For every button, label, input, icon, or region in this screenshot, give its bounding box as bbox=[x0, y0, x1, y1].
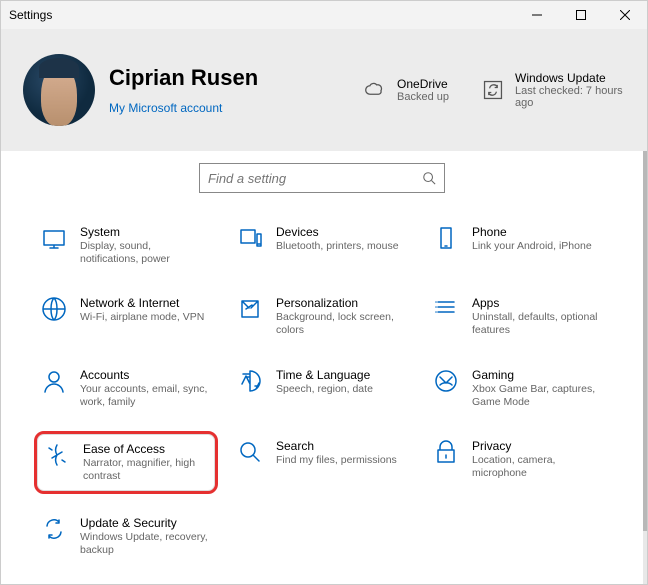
settings-item-devices[interactable]: DevicesBluetooth, printers, mouse bbox=[230, 217, 414, 274]
cloud-icon bbox=[363, 78, 387, 102]
phone-icon bbox=[432, 225, 460, 253]
header: Ciprian Rusen My Microsoft account OneDr… bbox=[1, 29, 647, 151]
settings-item-network[interactable]: Network & InternetWi-Fi, airplane mode, … bbox=[34, 288, 218, 345]
settings-item-apps[interactable]: AppsUninstall, defaults, optional featur… bbox=[426, 288, 610, 345]
close-button[interactable] bbox=[603, 1, 647, 29]
onedrive-status[interactable]: OneDrive Backed up bbox=[363, 77, 449, 103]
item-title: Network & Internet bbox=[80, 296, 204, 310]
system-icon bbox=[40, 225, 68, 253]
item-title: Privacy bbox=[472, 439, 604, 453]
update-title: Windows Update bbox=[515, 71, 625, 85]
settings-item-accounts[interactable]: AccountsYour accounts, email, sync, work… bbox=[34, 360, 218, 417]
settings-item-personalization[interactable]: PersonalizationBackground, lock screen, … bbox=[230, 288, 414, 345]
scrollbar-track[interactable] bbox=[643, 151, 647, 584]
onedrive-title: OneDrive bbox=[397, 77, 449, 91]
item-title: Time & Language bbox=[276, 368, 373, 382]
item-subtitle: Wi-Fi, airplane mode, VPN bbox=[80, 311, 204, 324]
item-title: System bbox=[80, 225, 212, 239]
search-icon bbox=[422, 171, 436, 185]
privacy-icon bbox=[432, 439, 460, 467]
maximize-button[interactable] bbox=[559, 1, 603, 29]
settings-item-privacy[interactable]: PrivacyLocation, camera, microphone bbox=[426, 431, 610, 494]
avatar bbox=[23, 54, 95, 126]
item-title: Devices bbox=[276, 225, 399, 239]
onedrive-sub: Backed up bbox=[397, 91, 449, 103]
gaming-icon bbox=[432, 368, 460, 396]
settings-item-ease-of-access[interactable]: Ease of AccessNarrator, magnifier, high … bbox=[34, 431, 218, 494]
settings-item-gaming[interactable]: GamingXbox Game Bar, captures, Game Mode bbox=[426, 360, 610, 417]
item-subtitle: Bluetooth, printers, mouse bbox=[276, 240, 399, 253]
personalization-icon bbox=[236, 296, 264, 324]
scrollbar-thumb[interactable] bbox=[643, 151, 647, 531]
ease-of-access-icon bbox=[43, 442, 71, 470]
item-subtitle: Windows Update, recovery, backup bbox=[80, 531, 212, 557]
item-subtitle: Location, camera, microphone bbox=[472, 454, 604, 480]
item-title: Update & Security bbox=[80, 516, 212, 530]
microsoft-account-link[interactable]: My Microsoft account bbox=[109, 101, 258, 115]
settings-item-system[interactable]: SystemDisplay, sound, notifications, pow… bbox=[34, 217, 218, 274]
update-sub: Last checked: 7 hours ago bbox=[515, 85, 625, 109]
item-subtitle: Xbox Game Bar, captures, Game Mode bbox=[472, 383, 604, 409]
user-info[interactable]: Ciprian Rusen My Microsoft account bbox=[23, 54, 331, 126]
devices-icon bbox=[236, 225, 264, 253]
item-subtitle: Narrator, magnifier, high contrast bbox=[83, 457, 209, 483]
settings-item-update-security[interactable]: Update & SecurityWindows Update, recover… bbox=[34, 508, 218, 565]
search-box[interactable] bbox=[199, 163, 445, 193]
windows-update-status[interactable]: Windows Update Last checked: 7 hours ago bbox=[481, 71, 625, 109]
window-title: Settings bbox=[9, 8, 52, 22]
item-title: Phone bbox=[472, 225, 592, 239]
update-security-icon bbox=[40, 516, 68, 544]
accounts-icon bbox=[40, 368, 68, 396]
item-subtitle: Display, sound, notifications, power bbox=[80, 240, 212, 266]
item-subtitle: Speech, region, date bbox=[276, 383, 373, 396]
minimize-button[interactable] bbox=[515, 1, 559, 29]
settings-item-search[interactable]: SearchFind my files, permissions bbox=[230, 431, 414, 494]
settings-item-time-language[interactable]: Time & LanguageSpeech, region, date bbox=[230, 360, 414, 417]
search-input[interactable] bbox=[208, 171, 422, 186]
window-controls bbox=[515, 1, 647, 29]
item-subtitle: Your accounts, email, sync, work, family bbox=[80, 383, 212, 409]
item-title: Personalization bbox=[276, 296, 408, 310]
title-bar: Settings bbox=[1, 1, 647, 29]
search-icon bbox=[236, 439, 264, 467]
time-language-icon bbox=[236, 368, 264, 396]
item-title: Ease of Access bbox=[83, 442, 209, 456]
settings-item-phone[interactable]: PhoneLink your Android, iPhone bbox=[426, 217, 610, 274]
apps-icon bbox=[432, 296, 460, 324]
item-title: Accounts bbox=[80, 368, 212, 382]
item-subtitle: Link your Android, iPhone bbox=[472, 240, 592, 253]
item-title: Search bbox=[276, 439, 397, 453]
item-subtitle: Background, lock screen, colors bbox=[276, 311, 408, 337]
item-title: Gaming bbox=[472, 368, 604, 382]
item-subtitle: Find my files, permissions bbox=[276, 454, 397, 467]
user-name: Ciprian Rusen bbox=[109, 65, 258, 91]
network-icon bbox=[40, 296, 68, 324]
item-subtitle: Uninstall, defaults, optional features bbox=[472, 311, 604, 337]
update-icon bbox=[481, 78, 505, 102]
item-title: Apps bbox=[472, 296, 604, 310]
